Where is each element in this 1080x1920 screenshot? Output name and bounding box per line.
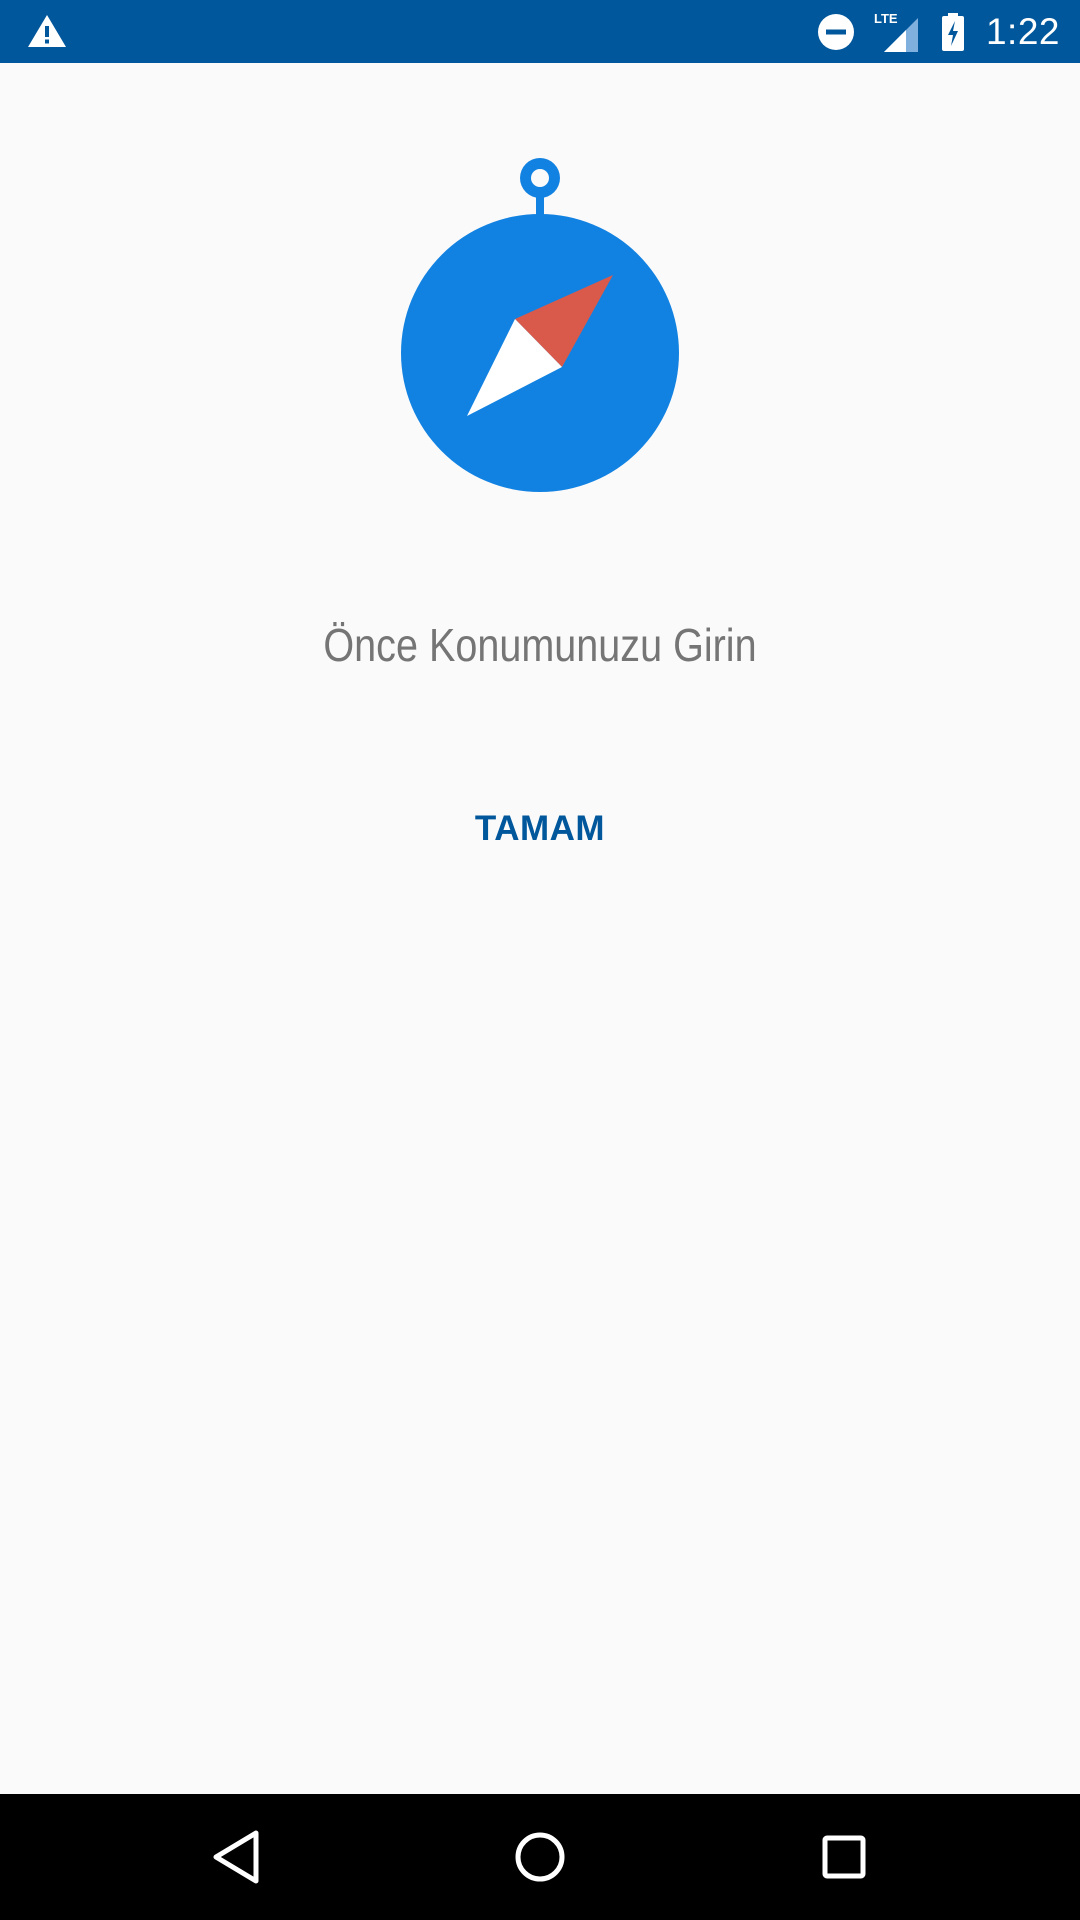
status-bar: LTE 1:22: [0, 0, 1080, 63]
warning-icon: [26, 13, 68, 49]
main-content: Önce Konumunuzu Girin TAMAM: [0, 63, 1080, 1794]
location-prompt-message: Önce Konumunuzu Girin: [323, 619, 757, 671]
navigation-bar: [0, 1794, 1080, 1920]
status-icons: LTE 1:22: [816, 0, 1060, 63]
battery-charging-icon: [940, 12, 966, 52]
back-icon[interactable]: [196, 1817, 276, 1897]
svg-text:LTE: LTE: [874, 11, 898, 26]
home-icon[interactable]: [500, 1817, 580, 1897]
ok-button[interactable]: TAMAM: [440, 793, 640, 865]
compass-icon: [397, 153, 683, 493]
recents-icon[interactable]: [804, 1817, 884, 1897]
do-not-disturb-icon: [816, 12, 856, 52]
lte-signal-icon: LTE: [874, 10, 920, 54]
status-clock: 1:22: [985, 11, 1060, 52]
